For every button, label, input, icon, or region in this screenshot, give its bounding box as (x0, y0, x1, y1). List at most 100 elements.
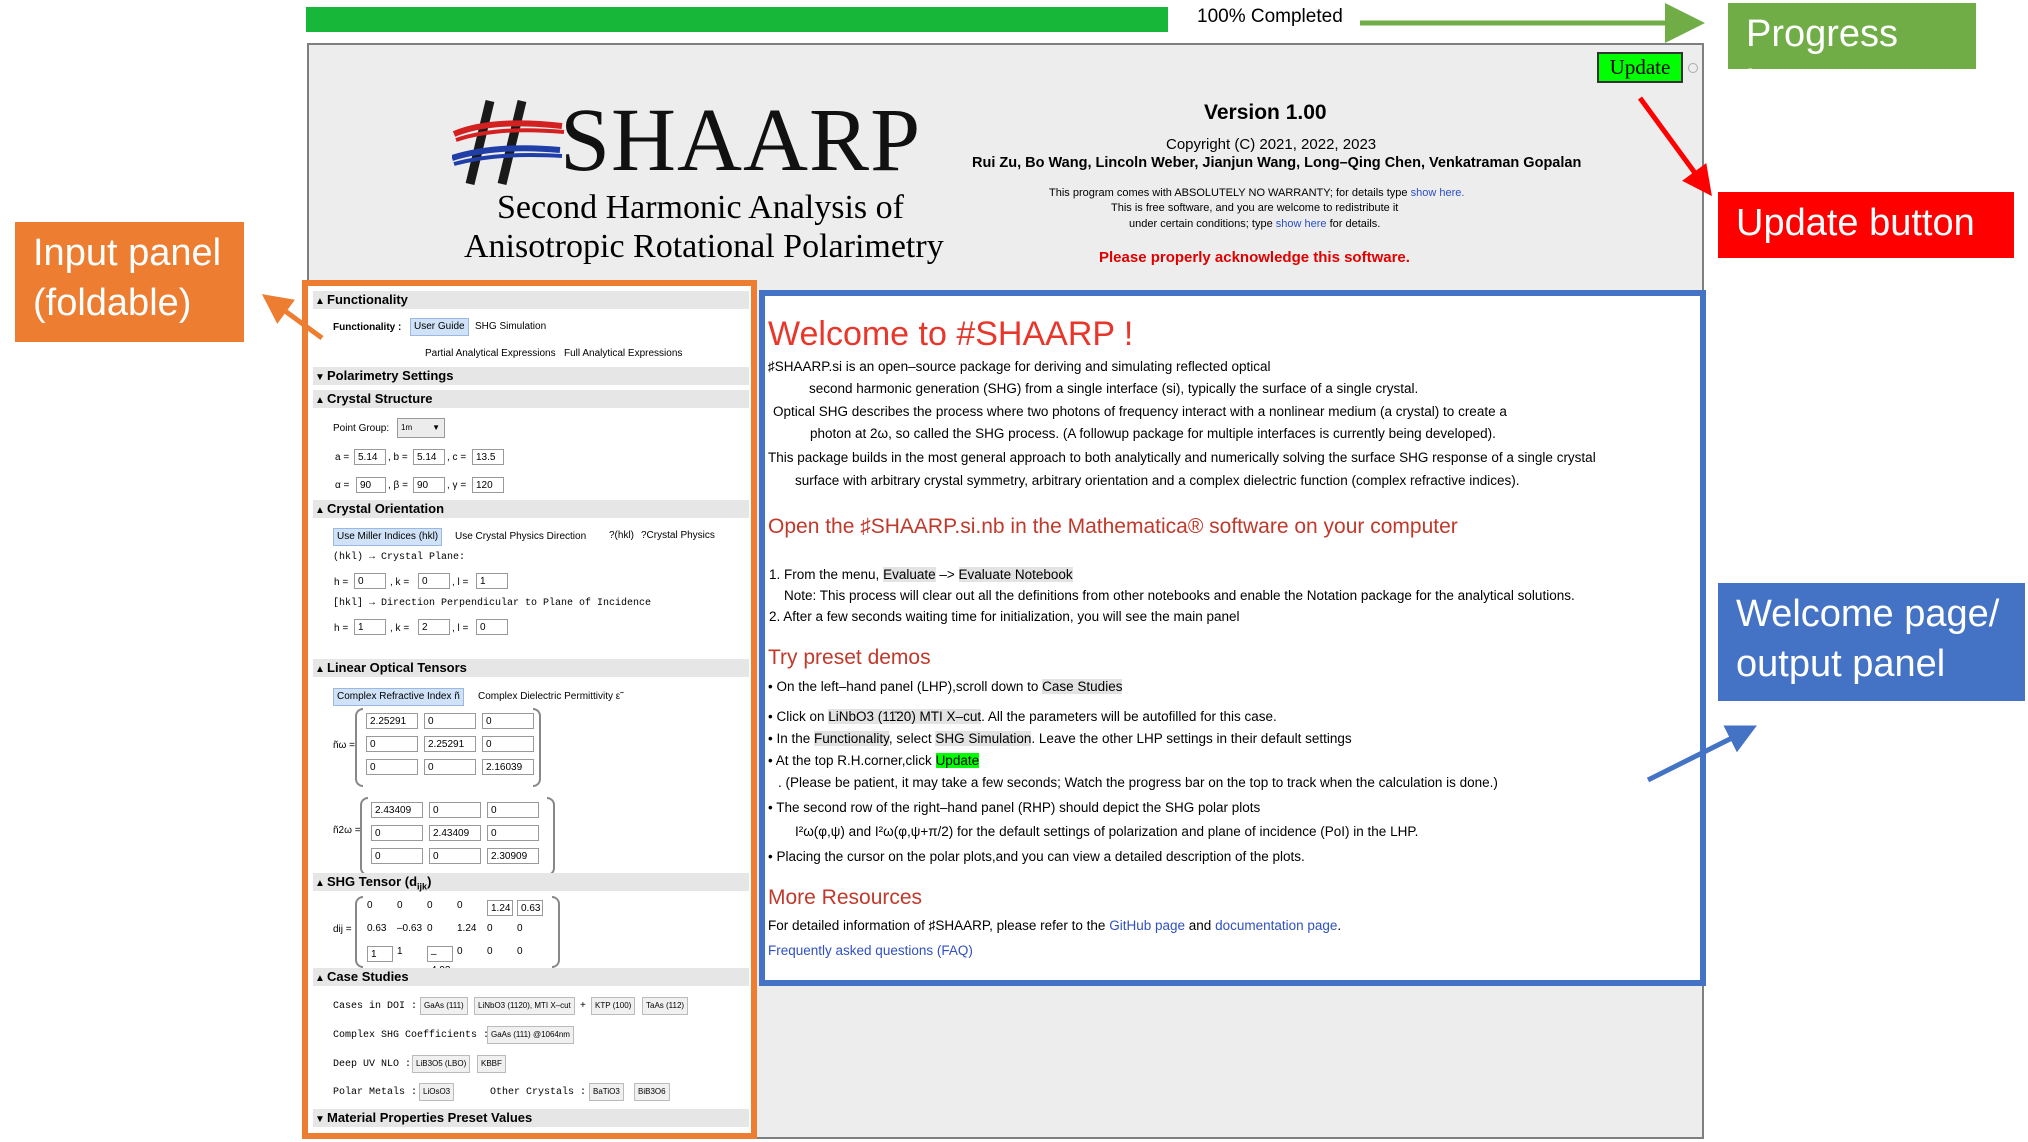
case-batio3[interactable]: BaTiO3 (589, 1083, 624, 1101)
matrix-cell[interactable]: 2.43409 (429, 825, 481, 841)
matrix-cell[interactable]: 2.16039 (482, 759, 534, 775)
help-crystal-physics-button[interactable]: ?Crystal Physics (637, 527, 719, 545)
option-refractive-index[interactable]: Complex Refractive Index ñ (333, 688, 464, 706)
chevron-up-icon: ▲ (315, 878, 325, 889)
dij-cell[interactable]: 1 (367, 946, 393, 962)
section-linear-optical[interactable]: ▲ Linear Optical Tensors (313, 659, 749, 677)
chevron-up-icon: ▲ (315, 296, 325, 307)
plane-k-field[interactable]: 0 (418, 573, 450, 589)
matrix-cell[interactable]: 0 (424, 713, 476, 729)
welcome-text: ♯SHAARP.si is an open–source package for… (768, 359, 1271, 374)
matrix-cell[interactable]: 2.25291 (424, 736, 476, 752)
option-crystal-physics-direction[interactable]: Use Crystal Physics Direction (451, 528, 590, 546)
section-title: Material Properties Preset Values (327, 1110, 533, 1125)
case-linbo3-mti-xcut[interactable]: LiNbO3 (1120), MTI X–cut (474, 997, 575, 1015)
deep-uv-label: Deep UV NLO : (333, 1059, 412, 1070)
case-ktp-100[interactable]: KTP (100) (591, 997, 636, 1015)
resources-text: . (1337, 918, 1342, 933)
case-gaas-111[interactable]: GaAs (111) (420, 997, 468, 1015)
option-miller-indices[interactable]: Use Miller Indices (hkl) (333, 528, 443, 546)
matrix-bracket-right (547, 797, 555, 876)
dij-cell[interactable]: 0.63 (517, 900, 543, 916)
section-functionality[interactable]: ▲ Functionality (313, 291, 749, 309)
matrix-cell[interactable]: 0 (487, 825, 539, 841)
matrix-cell[interactable]: 2.25291 (366, 713, 418, 729)
update-ref: Update (935, 753, 980, 768)
case-lioso3[interactable]: LiOsO3 (419, 1083, 455, 1101)
plane-h-field[interactable]: 0 (354, 573, 386, 589)
matrix-cell[interactable]: 0 (371, 848, 423, 864)
section-shg-tensor[interactable]: ▲ SHG Tensor (dijk) (313, 873, 749, 892)
case-studies-ref: Case Studies (1042, 679, 1123, 694)
chevron-up-icon: ▲ (315, 664, 325, 675)
case-kbbf[interactable]: KBBF (477, 1055, 506, 1073)
matrix-cell[interactable]: 0 (371, 825, 423, 841)
matrix-cell[interactable]: 0 (482, 736, 534, 752)
matrix-cell[interactable]: 2.30909 (487, 848, 539, 864)
logo-title: SHAARP (560, 91, 922, 190)
section-crystal-orientation[interactable]: ▲ Crystal Orientation (313, 500, 749, 518)
lattice-gamma-field[interactable]: 120 (472, 477, 504, 493)
lattice-a-field[interactable]: 5.14 (354, 449, 386, 465)
license-text: This program comes with ABSOLUTELY NO WA… (1049, 187, 1411, 199)
lattice-alpha-field[interactable]: 90 (356, 477, 386, 493)
plane-l-field[interactable]: 1 (476, 573, 508, 589)
update-status-dot (1688, 63, 1698, 73)
section-material-properties[interactable]: ▼ Material Properties Preset Values (313, 1109, 749, 1127)
section-crystal-structure[interactable]: ▲ Crystal Structure (313, 390, 749, 408)
direction-h-field[interactable]: 1 (354, 619, 386, 635)
section-case-studies[interactable]: ▲ Case Studies (313, 968, 749, 986)
lattice-b-field[interactable]: 5.14 (413, 449, 445, 465)
beta-label: , β = (388, 480, 408, 491)
matrix-cell[interactable]: 0 (429, 848, 481, 864)
matrix-cell[interactable]: 0 (366, 736, 418, 752)
case-bib3o6[interactable]: BiB3O6 (634, 1083, 670, 1101)
step-text: 1. From the menu, (769, 567, 880, 582)
version-label: Version 1.00 (1204, 101, 1327, 124)
section-polarimetry[interactable]: ▼ Polarimetry Settings (313, 367, 749, 385)
n-omega-label: ñω = (333, 740, 355, 751)
complex-shg-label: Complex SHG Coefficients : (333, 1030, 490, 1041)
github-link[interactable]: GitHub page (1109, 918, 1185, 933)
matrix-cell[interactable]: 2.43409 (371, 802, 423, 818)
case-taas-112[interactable]: TaAs (112) (642, 997, 689, 1015)
demo-step: • The second row of the right–hand panel… (768, 800, 1261, 815)
step-text: . Leave the other LHP settings in their … (1031, 731, 1352, 746)
update-button[interactable]: Update (1597, 52, 1683, 83)
direction-l-field[interactable]: 0 (476, 619, 508, 635)
dij-cell: 0 (397, 900, 403, 911)
option-dielectric-permittivity[interactable]: Complex Dielectric Permittivity ε̃ (474, 688, 624, 706)
dij-cell: 0 (457, 946, 463, 957)
dij-cell[interactable]: 1.24 (487, 900, 513, 916)
show-conditions-link[interactable]: show here (1276, 218, 1327, 230)
matrix-cell[interactable]: 0 (424, 759, 476, 775)
lattice-beta-field[interactable]: 90 (413, 477, 445, 493)
dij-cell: 0 (517, 946, 523, 957)
license-line-3: under certain conditions; type show here… (1129, 218, 1380, 230)
case-gaas-1064nm[interactable]: GaAs (111) @1064nm (487, 1026, 574, 1044)
help-hkl-button[interactable]: ?(hkl) (605, 527, 638, 545)
point-group-dropdown[interactable]: 1m ▼ (397, 418, 445, 438)
show-warranty-link[interactable]: show here. (1411, 187, 1465, 199)
documentation-link[interactable]: documentation page (1215, 918, 1337, 933)
matrix-cell[interactable]: 0 (366, 759, 418, 775)
option-partial-analytical[interactable]: Partial Analytical Expressions (421, 345, 560, 363)
direction-k-field[interactable]: 2 (418, 619, 450, 635)
progress-bar-fill (306, 7, 1168, 32)
option-shg-simulation[interactable]: SHG Simulation (471, 318, 550, 336)
step-text: . All the parameters will be autofilled … (981, 709, 1277, 724)
license-text: under certain conditions; type (1129, 218, 1276, 230)
faq-link[interactable]: Frequently asked questions (FAQ) (768, 943, 973, 958)
dij-cell[interactable]: –4.92 (427, 946, 453, 976)
case-lbo[interactable]: LiB3O5 (LBO) (412, 1055, 471, 1073)
option-full-analytical[interactable]: Full Analytical Expressions (560, 345, 686, 363)
option-user-guide[interactable]: User Guide (410, 318, 469, 336)
step-text: , select (888, 731, 932, 746)
matrix-bracket-left (355, 896, 363, 968)
lattice-c-field[interactable]: 13.5 (472, 449, 504, 465)
h-label: h = (334, 623, 349, 634)
matrix-cell[interactable]: 0 (429, 802, 481, 818)
resources-text: and (1188, 918, 1212, 933)
matrix-cell[interactable]: 0 (487, 802, 539, 818)
matrix-cell[interactable]: 0 (482, 713, 534, 729)
